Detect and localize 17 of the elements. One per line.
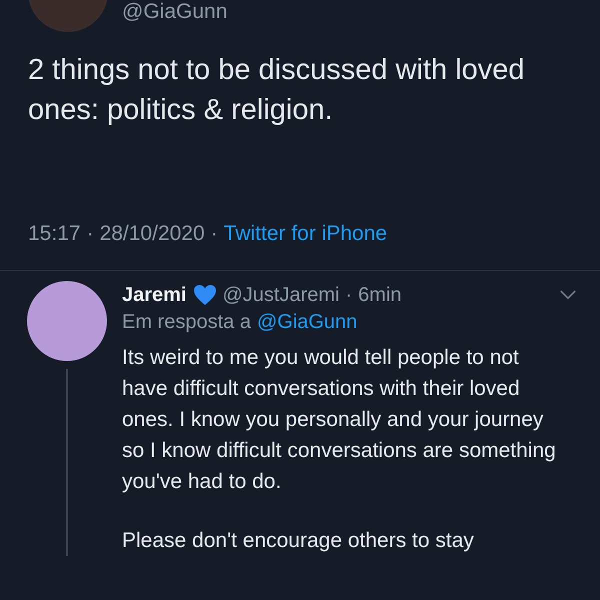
- separator-dot: ·: [210, 222, 218, 246]
- tweet-date: 28/10/2020: [100, 222, 205, 246]
- mention-link[interactable]: @GiaGunn: [256, 311, 358, 334]
- chevron-down-icon[interactable]: [560, 290, 576, 300]
- reply-text: Please don't encourage others to stay: [122, 528, 475, 554]
- tweet-time: 15:17: [28, 222, 81, 246]
- reply-age: 6min: [358, 284, 402, 306]
- separator-dot: ·: [346, 284, 352, 306]
- tweet-source-link[interactable]: Twitter for iPhone: [224, 222, 388, 246]
- heart-icon: [192, 284, 216, 306]
- reply-context: Em resposta a: [122, 311, 251, 334]
- user-handle[interactable]: @JustJaremi: [222, 284, 340, 306]
- tweet-text: 2 things not to be discussed with loved ones: politics & religion.: [28, 53, 526, 128]
- user-name[interactable]: Jaremi: [122, 284, 186, 306]
- separator-dot: ·: [86, 222, 94, 246]
- user-handle[interactable]: @GiaGunn: [122, 0, 228, 24]
- reply-text: Its weird to me you would tell people to not have difficult conversations with their loved ones. I know you personally and your journey so I know difficult conversations are something you've had to do.: [122, 345, 557, 495]
